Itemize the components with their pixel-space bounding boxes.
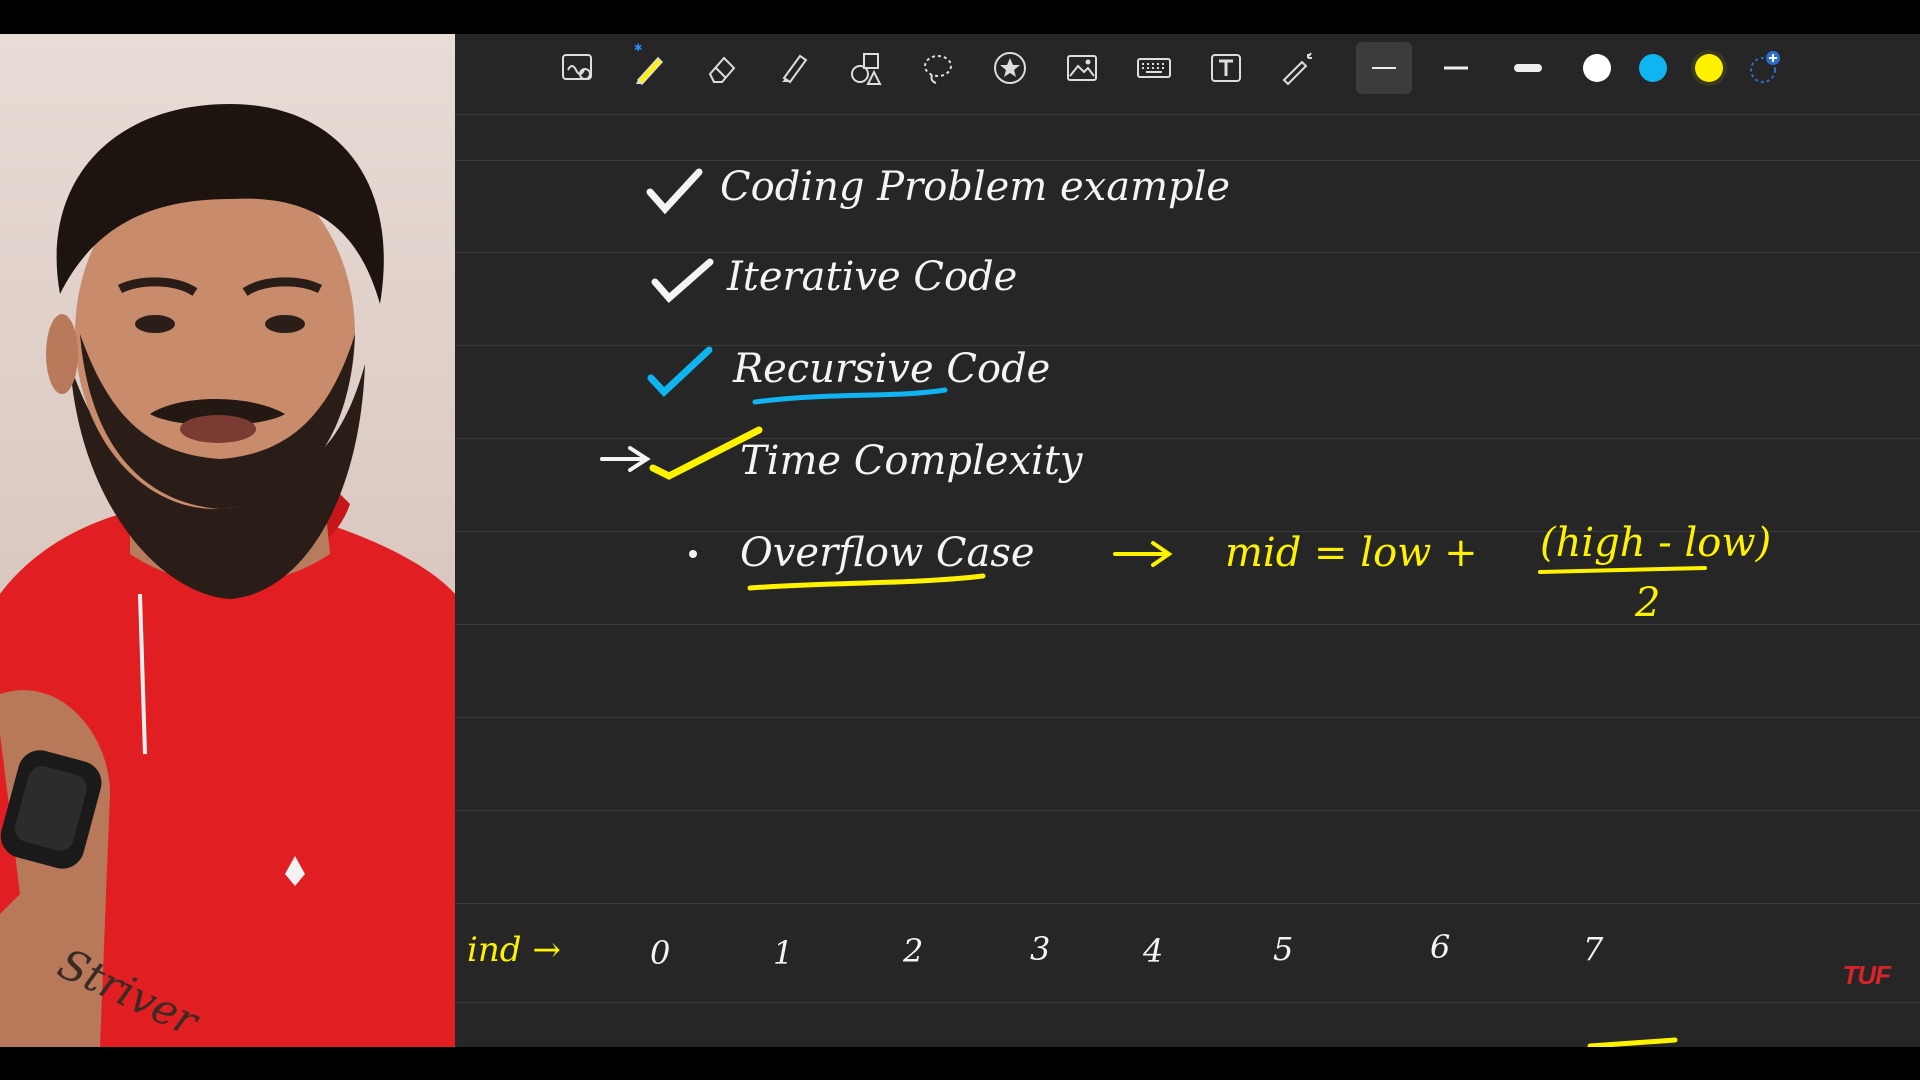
note-canvas[interactable]: Coding Problem example Iterative Code Re… <box>455 102 1920 1047</box>
swatch-cyan <box>1639 54 1667 82</box>
bullet-dot <box>689 550 697 558</box>
video-frame: Striver ✱ Coding Problem example Iterati… <box>0 0 1920 1080</box>
note-time-complexity: Time Complexity <box>740 438 1083 484</box>
index-5: 5 <box>1273 930 1294 968</box>
image-icon <box>1067 55 1097 81</box>
lasso-icon <box>924 55 952 84</box>
keyboard-tool[interactable] <box>1126 42 1182 94</box>
index-label: ind → <box>467 930 561 970</box>
note-coding-problem: Coding Problem example <box>720 164 1231 210</box>
index-0: 0 <box>650 934 671 972</box>
check-mark-3 <box>647 346 713 397</box>
image-tool[interactable] <box>1054 42 1110 94</box>
stroke-thick[interactable] <box>1500 42 1556 94</box>
formula-denominator: 2 <box>1635 580 1661 626</box>
note-recursive-code: Recursive Code <box>733 346 1051 392</box>
shapes-icon <box>851 53 882 85</box>
add-color-icon <box>1750 51 1780 83</box>
overflow-underline <box>747 573 986 591</box>
note-iterative-code: Iterative Code <box>727 254 1018 300</box>
laser-pointer-icon <box>1282 52 1312 86</box>
add-color-button[interactable] <box>1740 42 1790 94</box>
formula-numerator: (high - low) <box>1540 520 1772 566</box>
check-mark-2 <box>651 258 714 303</box>
laser-pointer-tool[interactable] <box>1270 42 1326 94</box>
pen-icon <box>636 56 664 86</box>
index-7: 7 <box>1583 930 1604 968</box>
swatch-white <box>1583 54 1611 82</box>
stroke-thick-icon <box>1514 64 1542 72</box>
color-cyan[interactable] <box>1628 42 1678 94</box>
partial-stroke <box>1587 1037 1678 1047</box>
eraser-tool[interactable] <box>694 42 750 94</box>
index-2: 2 <box>903 932 924 970</box>
index-1: 1 <box>773 934 794 972</box>
shapes-tool[interactable] <box>838 42 894 94</box>
keyboard-icon <box>1137 58 1171 78</box>
check-mark-1 <box>646 168 703 215</box>
formula-lhs: mid = low + <box>1225 530 1478 576</box>
fraction-bar <box>1538 566 1707 574</box>
lasso-tool[interactable] <box>910 42 966 94</box>
index-4: 4 <box>1143 932 1164 970</box>
notes-app: ✱ Coding Problem example Iterative Code … <box>455 34 1920 1047</box>
bluetooth-icon: ✱ <box>634 43 643 54</box>
highlighter-tool[interactable] <box>766 42 822 94</box>
color-yellow[interactable] <box>1684 42 1734 94</box>
pen-tool[interactable]: ✱ <box>622 42 678 94</box>
presenter-webcam: Striver <box>0 34 455 1047</box>
stroke-medium-icon <box>1444 66 1468 70</box>
text-tool[interactable] <box>1198 42 1254 94</box>
zoom-write-icon <box>562 54 592 80</box>
stroke-medium[interactable] <box>1428 42 1484 94</box>
formula-arrow <box>1113 541 1173 567</box>
stroke-thin-icon <box>1372 67 1396 69</box>
index-3: 3 <box>1030 930 1051 968</box>
ink-strokes <box>600 168 1707 1047</box>
note-overflow-case: Overflow Case <box>740 530 1035 576</box>
highlighter-icon <box>782 54 808 84</box>
drawing-toolbar: ✱ <box>455 34 1920 102</box>
current-topic-arrow <box>600 446 651 472</box>
text-box-icon <box>1211 54 1241 82</box>
star-sticker-icon <box>994 52 1026 84</box>
color-white[interactable] <box>1572 42 1622 94</box>
eraser-icon <box>708 56 736 83</box>
presenter-illustration: Striver <box>0 104 455 1047</box>
stickers-tool[interactable] <box>982 42 1038 94</box>
channel-watermark: TUF <box>1842 960 1891 990</box>
zoom-write-tool[interactable] <box>550 42 606 94</box>
swatch-yellow <box>1695 54 1723 82</box>
index-6: 6 <box>1430 928 1451 966</box>
stroke-thin[interactable] <box>1356 42 1412 94</box>
